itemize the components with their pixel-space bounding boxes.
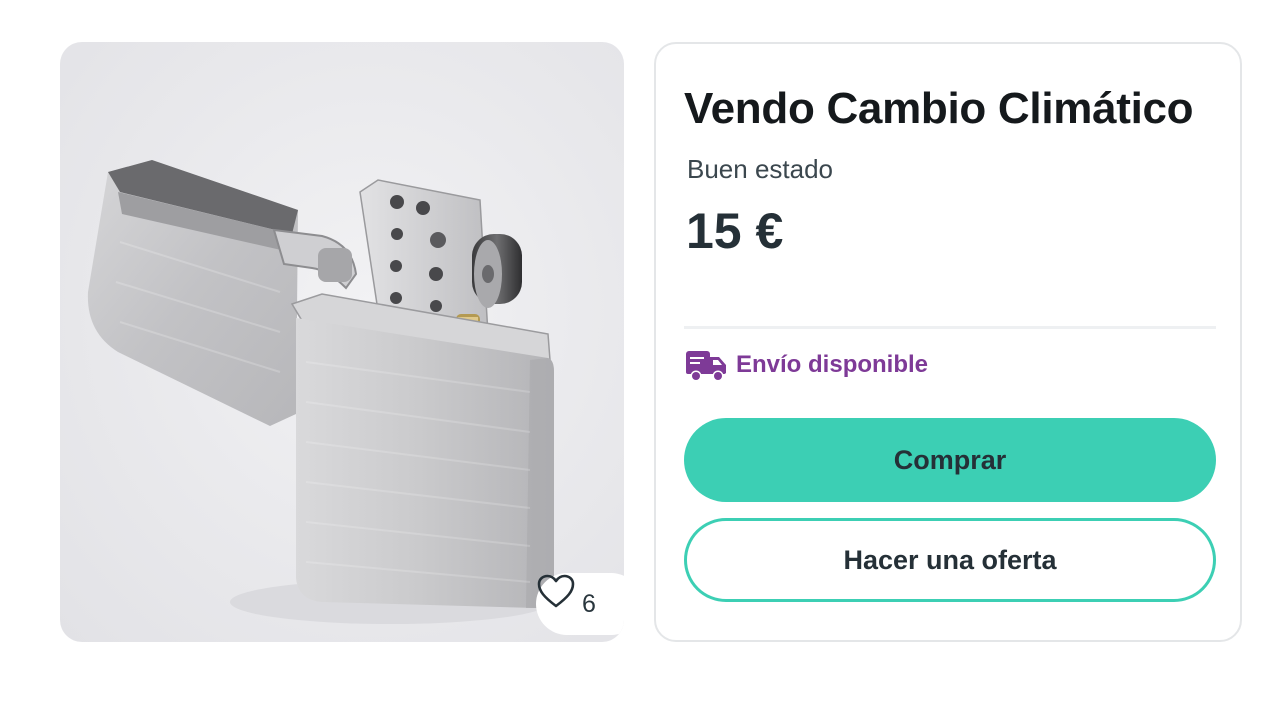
item-condition: Buen estado: [687, 154, 834, 184]
listing-title: Vendo Cambio Climático: [684, 84, 1194, 133]
favorite-button[interactable]: 6: [536, 573, 624, 635]
heart-icon: [537, 574, 575, 608]
divider: [684, 326, 1216, 329]
shipping-label: Envío disponible: [736, 351, 929, 378]
likes-count: 6: [582, 589, 596, 618]
shipping-availability: Envío disponible: [684, 346, 928, 384]
listing-info-card: Vendo Cambio Climático Buen estado 15 € …: [654, 42, 1242, 642]
truck-icon: [686, 351, 726, 382]
buy-button[interactable]: Comprar: [684, 418, 1216, 502]
lighter-image: [87, 160, 554, 624]
listing-page: 6 Vendo Cambio Climático Buen estado 15 …: [0, 0, 1280, 702]
make-offer-button[interactable]: Hacer una oferta: [684, 518, 1216, 602]
product-photo[interactable]: 6: [60, 42, 624, 642]
item-price: 15 €: [686, 203, 784, 259]
